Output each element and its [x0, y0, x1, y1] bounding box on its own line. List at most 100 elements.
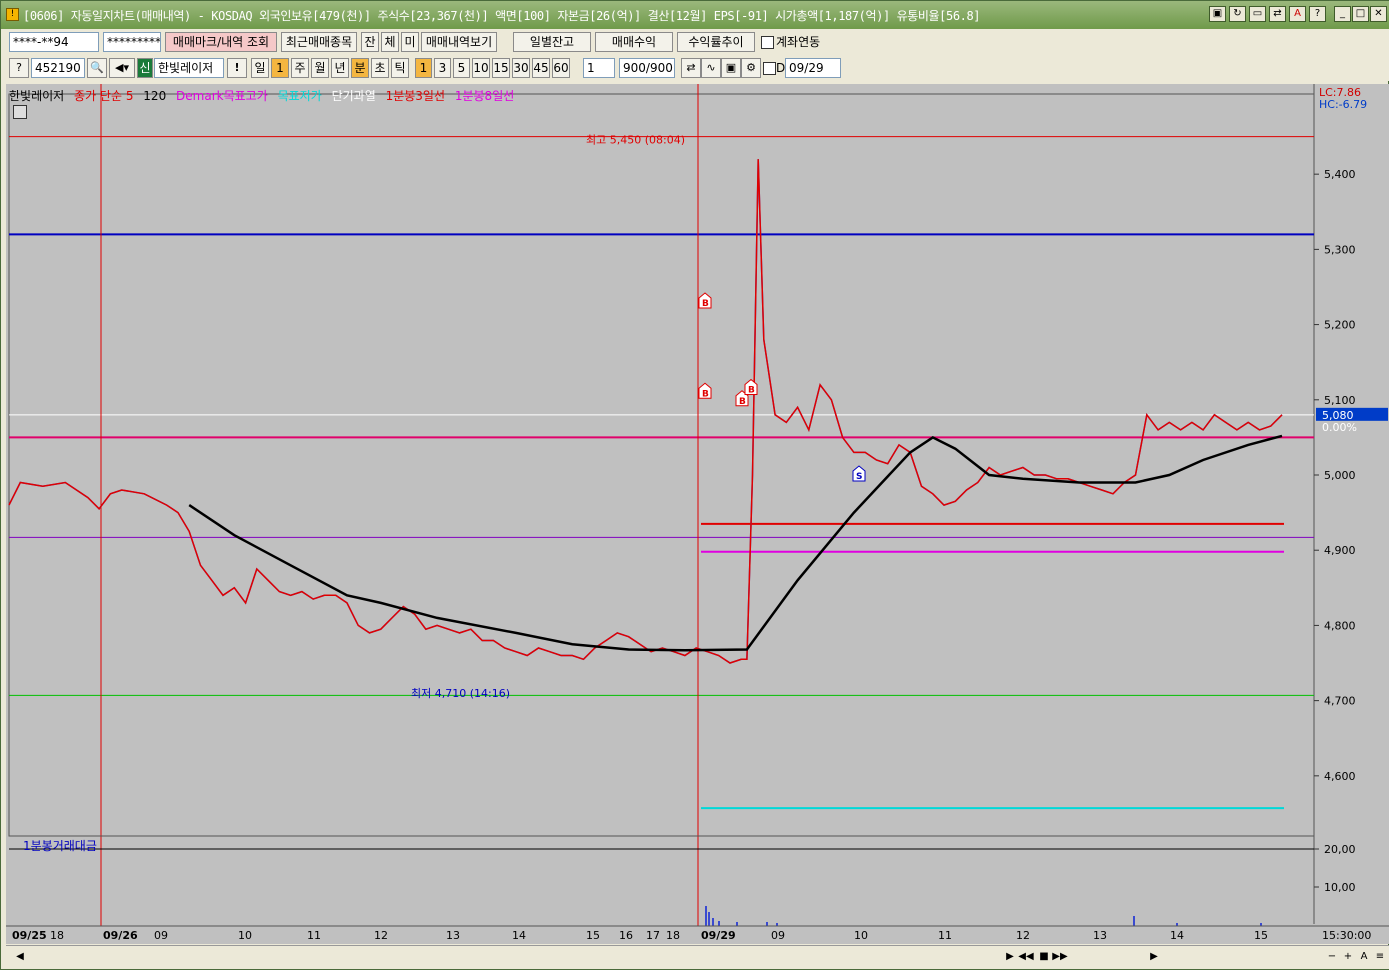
- legend-target-low: 목표저가: [277, 89, 322, 103]
- font-size-icon[interactable]: A: [1356, 949, 1372, 965]
- new-listing-badge: 신: [137, 58, 153, 78]
- restore-layout-icon[interactable]: ▣: [1209, 6, 1226, 22]
- recent-trades-button[interactable]: 최근매매종목: [281, 32, 357, 52]
- trade-marker-label: B: [702, 299, 709, 309]
- x-tick-label: 10: [238, 929, 252, 942]
- minute-button[interactable]: 10: [472, 58, 490, 78]
- scroll-bar[interactable]: ◀ ▶ ◀◀ ■ ▶▶ ▶ − + A ≡: [6, 945, 1389, 969]
- refresh-icon[interactable]: ↻: [1229, 6, 1246, 22]
- period-button[interactable]: 년: [331, 58, 349, 78]
- scroll-left-icon[interactable]: ◀: [12, 949, 28, 965]
- alert-icon[interactable]: !: [227, 58, 247, 78]
- account-select[interactable]: ****-**94: [9, 32, 99, 52]
- volume-label: 1분봉거래대금: [23, 839, 97, 853]
- trade-marker-label: S: [856, 472, 862, 482]
- trade-history-button[interactable]: 매매내역보기: [421, 32, 497, 52]
- y-tick-label: 4,900: [1324, 544, 1356, 557]
- return-trend-button[interactable]: 수익률추이: [677, 32, 755, 52]
- close-button[interactable]: ✕: [1370, 6, 1387, 22]
- low-annotation: 최저 4,710 (14:16): [411, 687, 510, 700]
- period-button[interactable]: 틱: [391, 58, 409, 78]
- unexecuted-tab[interactable]: 미: [401, 32, 419, 52]
- hc-value: HC:-6.79: [1319, 98, 1368, 111]
- trade-marker-label: B: [739, 397, 746, 407]
- y-tick-label: 5,300: [1324, 243, 1356, 256]
- help-icon[interactable]: ?: [1309, 6, 1326, 22]
- period-button[interactable]: 초: [371, 58, 389, 78]
- y-tick-label: 4,600: [1324, 770, 1356, 783]
- time-label: 15:30:00: [1322, 929, 1371, 942]
- x-tick-label: 09/29: [701, 929, 736, 942]
- maximize-button[interactable]: □: [1352, 6, 1369, 22]
- x-tick-label: 15: [1254, 929, 1268, 942]
- trade-mark-icon[interactable]: ⇄: [681, 58, 701, 78]
- account-link-checkbox[interactable]: [761, 36, 774, 49]
- volume-bar: [1133, 916, 1135, 926]
- vol-tick-label: 10,00: [1324, 881, 1356, 894]
- minute-button[interactable]: 1: [415, 58, 432, 78]
- app-icon: !: [6, 8, 19, 21]
- x-tick-label: 16: [619, 929, 633, 942]
- fast-forward-icon[interactable]: ▶▶: [1052, 949, 1068, 965]
- y-tick-label: 5,400: [1324, 168, 1356, 181]
- trade-profit-button[interactable]: 매매수익: [595, 32, 673, 52]
- minute-button[interactable]: 45: [532, 58, 550, 78]
- legend-line8: 1분봉8일선: [454, 89, 515, 103]
- count-field[interactable]: 900/900: [619, 58, 675, 78]
- password-field[interactable]: *********: [103, 32, 161, 52]
- volume-bar: [766, 922, 768, 926]
- date-field[interactable]: 09/29: [785, 58, 841, 78]
- stock-name-field: 한빛레이저: [154, 58, 224, 78]
- stock-code-input[interactable]: 452190: [31, 58, 85, 78]
- volume-bar: [712, 918, 714, 926]
- save-icon[interactable]: ▣: [721, 58, 741, 78]
- y-tick-label: 5,100: [1324, 394, 1356, 407]
- zoom-in-icon[interactable]: +: [1340, 949, 1356, 965]
- period-button[interactable]: 일: [251, 58, 269, 78]
- trade-marker-label: B: [702, 389, 709, 399]
- settings-icon[interactable]: ⚙: [741, 58, 761, 78]
- stop-icon[interactable]: ■: [1036, 949, 1052, 965]
- menu-icon[interactable]: ≡: [1372, 949, 1388, 965]
- search-icon[interactable]: 🔍: [87, 58, 107, 78]
- period-button[interactable]: 주: [291, 58, 309, 78]
- executed-tab[interactable]: 체: [381, 32, 399, 52]
- minute-button[interactable]: 3: [434, 58, 451, 78]
- play-icon[interactable]: ▶: [1002, 949, 1018, 965]
- x-tick-label: 15: [586, 929, 600, 942]
- minute-button[interactable]: 5: [453, 58, 470, 78]
- link-icon[interactable]: ⇄: [1269, 6, 1286, 22]
- minute-button[interactable]: 15: [492, 58, 510, 78]
- indicator-icon[interactable]: ∿: [701, 58, 721, 78]
- x-tick-label: 09/26: [103, 929, 138, 942]
- x-tick-label: 12: [1016, 929, 1030, 942]
- chart-area[interactable]: 5,400 5,300 5,200 5,100 5,000 4,900 4,800 4,700…: [6, 84, 1389, 944]
- y-tick-label: 4,700: [1324, 695, 1356, 708]
- stock-search-icon[interactable]: ?: [9, 58, 29, 78]
- account-link-label: 계좌연동: [776, 35, 821, 49]
- x-tick-label: 09/25: [12, 929, 47, 942]
- trade-marker-label: B: [748, 386, 755, 396]
- minimize-button[interactable]: _: [1334, 6, 1351, 22]
- x-tick-label: 14: [512, 929, 526, 942]
- x-tick-label: 11: [307, 929, 321, 942]
- screen-icon[interactable]: ▭: [1249, 6, 1266, 22]
- period-button[interactable]: 1: [271, 58, 289, 78]
- price-chart[interactable]: 5,400 5,300 5,200 5,100 5,000 4,900 4,800 4,700…: [6, 84, 1389, 944]
- period-button[interactable]: 분: [351, 58, 369, 78]
- sound-icon[interactable]: ◀▾: [109, 58, 135, 78]
- rewind-icon[interactable]: ◀◀: [1018, 949, 1034, 965]
- minute-button[interactable]: 60: [552, 58, 570, 78]
- count-select[interactable]: 1: [583, 58, 615, 78]
- balance-tab[interactable]: 잔: [361, 32, 379, 52]
- scroll-end-icon[interactable]: ▶: [1146, 949, 1162, 965]
- d-checkbox[interactable]: [763, 62, 776, 75]
- minute-button[interactable]: 30: [512, 58, 530, 78]
- period-button[interactable]: 월: [311, 58, 329, 78]
- daily-balance-button[interactable]: 일별잔고: [513, 32, 591, 52]
- trade-mark-query-button[interactable]: 매매마크/내역 조회: [165, 32, 277, 52]
- zoom-out-icon[interactable]: −: [1324, 949, 1340, 965]
- x-tick-label: 17: [646, 929, 660, 942]
- font-icon[interactable]: A: [1289, 6, 1306, 22]
- grid-toggle-icon[interactable]: [13, 105, 27, 119]
